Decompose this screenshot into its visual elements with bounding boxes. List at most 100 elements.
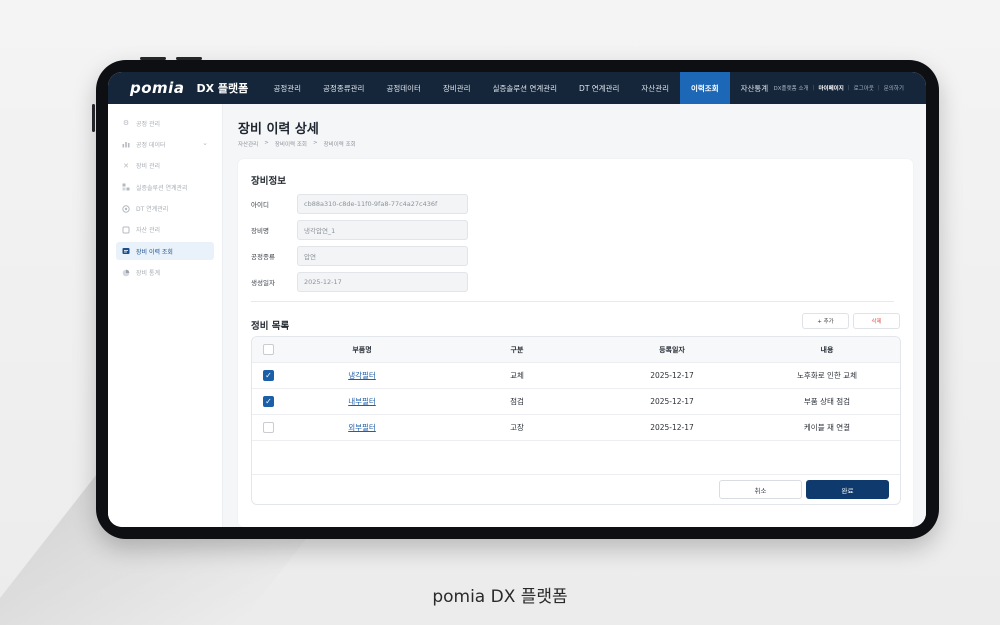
nav-history-lookup[interactable]: 이력조회: [680, 72, 730, 104]
sidebar-item-equipment-history[interactable]: 장비 이력 조회: [116, 242, 214, 261]
form-row-created-date: 생성일자 2025-12-17: [251, 272, 468, 292]
sidebar-item-solution-integration[interactable]: 실증솔루션 연계관리: [116, 178, 214, 196]
created-date-field[interactable]: 2025-12-17: [297, 272, 468, 292]
nav-asset-statistics[interactable]: 자산통계: [730, 72, 780, 104]
select-all-checkbox[interactable]: [263, 344, 274, 355]
row-checkbox[interactable]: [263, 422, 274, 433]
chevron-down-icon[interactable]: ⌄: [202, 139, 208, 147]
puzzle-icon: [122, 183, 130, 191]
date-cell: 2025-12-17: [650, 397, 694, 406]
table-row: ✓ 냉각필터 교체 2025-12-17 노후화로 인한 교체: [252, 363, 900, 389]
cancel-button[interactable]: 취소: [719, 480, 802, 499]
maintenance-list-title: 정비 목록: [251, 321, 290, 332]
util-separator: |: [877, 85, 880, 91]
sidebar-item-label: 공정 데이터: [136, 141, 166, 149]
column-header-note[interactable]: 내용: [767, 345, 887, 355]
breadcrumb-separator: >: [312, 140, 318, 146]
pomia-logo[interactable]: pomia: [130, 79, 184, 97]
tablet-side-button: [92, 104, 95, 132]
main-nav: 공정관리 공정종류관리 공정데이터 장비관리 실증솔루션 연계관리 DT 연계관…: [262, 72, 779, 104]
nav-solution-integration[interactable]: 실증솔루션 연계관리: [482, 72, 568, 104]
id-field[interactable]: cb88a310-c8de-11f0-9fa8-77c4a27c436f: [297, 194, 468, 214]
row-checkbox[interactable]: ✓: [263, 370, 274, 381]
nav-process-type-management[interactable]: 공정종류관리: [312, 72, 375, 104]
equipment-name-field[interactable]: 냉각압연_1: [297, 220, 468, 240]
tools-icon: ✕: [123, 161, 129, 170]
part-name-link[interactable]: 냉각필터: [302, 370, 422, 381]
part-name-link[interactable]: 내부필터: [302, 396, 422, 407]
caption: pomia DX 플랫폼: [432, 587, 568, 607]
asset-icon: [122, 226, 130, 234]
sidebar-item-equipment-statistics[interactable]: 장비 통계: [116, 264, 214, 282]
history-icon: [122, 247, 130, 255]
chart-icon: [122, 140, 130, 148]
breadcrumb: 자산관리 > 장비이력 조회 > 장비이력 조회: [238, 140, 356, 148]
breadcrumb-item[interactable]: 장비이력 조회: [275, 140, 307, 148]
sidebar-item-label: 장비 통계: [136, 270, 160, 278]
sidebar: ⚙ 공정 관리 공정 데이터 ⌄ ✕ 장비 관리 실증솔루션 연계관리 DT 연…: [108, 104, 223, 527]
gear-icon: ⚙: [122, 119, 130, 127]
sidebar-item-label: 실증솔루션 연계관리: [136, 184, 188, 192]
column-header-part[interactable]: 부품명: [302, 345, 422, 355]
form-row-name: 장비명 냉각압연_1: [251, 220, 468, 240]
sidebar-item-dt-integration[interactable]: DT 연계관리: [116, 200, 214, 218]
sidebar-item-label: 장비 이력 조회: [136, 248, 173, 256]
type-cell: 고장: [510, 423, 524, 432]
nav-process-management[interactable]: 공정관리: [262, 72, 312, 104]
sidebar-item-process-data[interactable]: 공정 데이터 ⌄: [116, 135, 214, 153]
platform-intro-link[interactable]: DX플랫폼 소개: [774, 84, 809, 92]
process-type-field[interactable]: 압연: [297, 246, 468, 266]
detail-card: 장비정보 아이디 cb88a310-c8de-11f0-9fa8-77c4a27…: [238, 159, 913, 527]
id-label: 아이디: [251, 201, 269, 209]
sidebar-item-label: 자산 관리: [136, 227, 160, 235]
top-navigation-bar: pomia DX 플랫폼 공정관리 공정종류관리 공정데이터 장비관리 실증솔루…: [108, 72, 926, 104]
part-name-link[interactable]: 외부필터: [302, 422, 422, 433]
sidebar-item-equipment-management[interactable]: ✕ 장비 관리: [116, 157, 214, 175]
section-divider: [251, 301, 894, 302]
confirm-button[interactable]: 완료: [806, 480, 889, 499]
row-checkbox[interactable]: ✓: [263, 396, 274, 407]
table-row: 외부필터 고장 2025-12-17 케이블 재 연결: [252, 415, 900, 441]
table-footer-divider: [252, 474, 900, 475]
form-row-process-type: 공정종류 압연: [251, 246, 468, 266]
add-button[interactable]: + 추가: [802, 313, 849, 329]
table-row: ✓ 내부필터 점검 2025-12-17 부품 상태 점검: [252, 389, 900, 415]
breadcrumb-separator: >: [264, 140, 269, 146]
page-title: 장비 이력 상세: [238, 122, 319, 137]
date-cell: 2025-12-17: [650, 371, 694, 380]
nav-asset-management[interactable]: 자산관리: [630, 72, 680, 104]
logout-link[interactable]: 로그아웃: [854, 84, 874, 92]
note-cell: 부품 상태 점검: [803, 397, 851, 406]
nav-dt-integration[interactable]: DT 연계관리: [568, 72, 630, 104]
created-date-label: 생성일자: [251, 279, 275, 287]
form-row-id: 아이디 cb88a310-c8de-11f0-9fa8-77c4a27c436f: [251, 194, 468, 214]
sidebar-item-process-management[interactable]: ⚙ 공정 관리: [116, 114, 214, 132]
nav-equipment-management[interactable]: 장비관리: [432, 72, 482, 104]
platform-brand: DX 플랫폼: [196, 82, 249, 95]
tablet-screen: pomia DX 플랫폼 공정관리 공정종류관리 공정데이터 장비관리 실증솔루…: [108, 72, 926, 527]
mypage-link[interactable]: 마이페이지: [818, 84, 843, 92]
main-content: 장비 이력 상세 자산관리 > 장비이력 조회 > 장비이력 조회 장비정보 아…: [223, 104, 926, 527]
table-header-row: 부품명 구분 등록일자 내용: [252, 337, 900, 363]
note-cell: 노후화로 인한 교체: [797, 371, 857, 380]
type-cell: 교체: [510, 371, 524, 380]
inquiry-link[interactable]: 문의하기: [884, 84, 904, 92]
util-separator: |: [847, 85, 850, 91]
sidebar-item-asset-management[interactable]: 자산 관리: [116, 221, 214, 239]
type-cell: 점검: [510, 397, 524, 406]
utility-links: DX플랫폼 소개 | 마이페이지 | 로그아웃 | 문의하기: [774, 72, 904, 104]
sidebar-item-label: 장비 관리: [136, 163, 160, 171]
equipment-info-title: 장비정보: [251, 176, 286, 187]
breadcrumb-item[interactable]: 자산관리: [238, 140, 258, 148]
dt-icon: [122, 204, 130, 213]
equipment-name-label: 장비명: [251, 227, 269, 235]
process-type-label: 공정종류: [251, 253, 275, 261]
note-cell: 케이블 재 연결: [803, 423, 851, 432]
sidebar-item-label: 공정 관리: [136, 120, 160, 128]
delete-button[interactable]: 삭제: [853, 313, 900, 329]
sidebar-item-label: DT 연계관리: [136, 206, 169, 214]
column-header-date[interactable]: 등록일자: [612, 345, 732, 355]
column-header-type[interactable]: 구분: [457, 345, 577, 355]
date-cell: 2025-12-17: [650, 423, 694, 432]
nav-process-data[interactable]: 공정데이터: [375, 72, 432, 104]
